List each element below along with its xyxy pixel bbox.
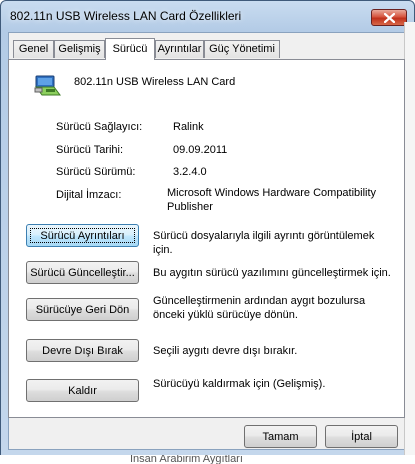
update-driver-label: Sürücü Güncelleştir...	[30, 266, 135, 279]
ok-label: Tamam	[262, 430, 299, 443]
device-name: 802.11n USB Wireless LAN Card	[74, 76, 236, 88]
version-value: 3.2.4.0	[173, 166, 207, 178]
driver-details-description: Sürücü dosyalarıyla ilgili ayrıntı görün…	[153, 230, 375, 256]
tab-driver[interactable]: Sürücü	[105, 38, 155, 60]
cancel-label: İptal	[351, 430, 372, 443]
roll-back-driver-label: Sürücüye Geri Dön	[35, 303, 130, 316]
driver-details-button[interactable]: Sürücü Ayrıntıları	[26, 224, 139, 247]
uninstall-button[interactable]: Kaldır	[26, 379, 139, 402]
background-tree-item: İnsan Arabirim Aygıtları	[130, 455, 243, 464]
cancel-button[interactable]: İptal	[325, 425, 398, 448]
uninstall-description: Sürücüyü kaldırmak için (Gelişmiş).	[153, 378, 326, 390]
tab-details[interactable]: Ayrıntılar	[155, 40, 204, 58]
title-bar[interactable]: 802.11n USB Wireless LAN Card Özellikler…	[1, 1, 414, 31]
date-label: Sürücü Tarihi:	[56, 144, 124, 156]
window-title: 802.11n USB Wireless LAN Card Özellikler…	[10, 9, 242, 23]
tab-advanced[interactable]: Gelişmiş	[54, 40, 105, 58]
close-button[interactable]	[371, 9, 407, 26]
disable-device-description: Seçili aygıtı devre dışı bırakır.	[153, 345, 298, 357]
roll-back-driver-button[interactable]: Sürücüye Geri Dön	[26, 298, 139, 321]
roll-back-driver-description: Güncelleştirmenin ardından aygıt bozulur…	[153, 295, 366, 321]
date-value: 09.09.2011	[173, 144, 228, 156]
version-label: Sürücü Sürümü:	[56, 166, 136, 178]
signer-label: Dijital İmzacı:	[56, 189, 122, 201]
background-scrollbar	[404, 22, 415, 455]
focus-rectangle	[30, 228, 135, 243]
provider-label: Sürücü Sağlayıcı:	[56, 121, 143, 133]
update-driver-button[interactable]: Sürücü Güncelleştir...	[26, 261, 139, 284]
provider-value: Ralink	[173, 121, 204, 133]
network-adapter-icon	[33, 72, 61, 100]
close-icon	[384, 13, 395, 23]
update-driver-description: Bu aygıtın sürücü yazılımını güncelleşti…	[153, 267, 391, 279]
tab-power-management[interactable]: Güç Yönetimi	[204, 40, 280, 58]
disable-device-button[interactable]: Devre Dışı Bırak	[26, 339, 139, 362]
signer-value: Microsoft Windows Hardware Compatibility…	[167, 187, 377, 213]
disable-device-label: Devre Dışı Bırak	[42, 344, 123, 357]
background-window-strip: İnsan Arabirim Aygıtları	[0, 455, 415, 464]
tab-general[interactable]: Genel	[13, 40, 54, 58]
ok-button[interactable]: Tamam	[244, 425, 317, 448]
uninstall-label: Kaldır	[68, 384, 97, 397]
